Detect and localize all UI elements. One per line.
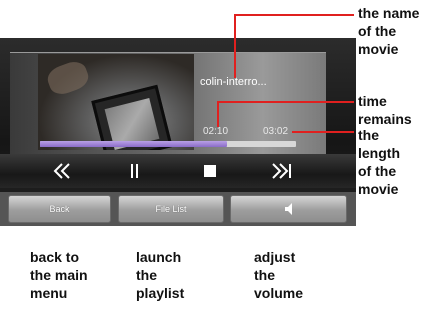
pause-icon[interactable] [115, 156, 155, 186]
speaker-icon [284, 203, 292, 215]
back-button-label: Back [49, 204, 70, 214]
time-remaining: 02:10 [203, 126, 229, 137]
progress-bar[interactable] [40, 141, 296, 147]
leader-time-remains-v [217, 101, 219, 127]
stop-icon[interactable] [190, 156, 230, 186]
video-thumbnail [38, 54, 194, 150]
progress-fill [40, 141, 227, 147]
thumbnail-hand [44, 58, 92, 98]
annotation-length: the length of the movie [358, 127, 400, 197]
skip-forward-icon[interactable] [262, 156, 302, 186]
back-button[interactable]: Back [8, 195, 111, 223]
file-list-button[interactable]: File List [118, 195, 224, 223]
file-list-button-label: File List [155, 204, 187, 214]
annotation-volume: adjust the volume [254, 249, 304, 301]
annotation-playlist: launch the playlist [136, 249, 185, 301]
annotation-time-remains: time remains [358, 93, 412, 127]
leader-time-remains-h [217, 101, 354, 103]
skip-back-icon[interactable] [42, 156, 82, 186]
volume-button[interactable] [230, 195, 347, 223]
annotation-movie-name: the name of the movie [358, 5, 420, 57]
annotation-back: back to the main menu [30, 249, 88, 301]
leader-movie-name-v [234, 14, 236, 78]
leader-length-h [292, 131, 354, 133]
movie-length: 03:02 [263, 126, 289, 137]
leader-movie-name-h [234, 14, 354, 16]
